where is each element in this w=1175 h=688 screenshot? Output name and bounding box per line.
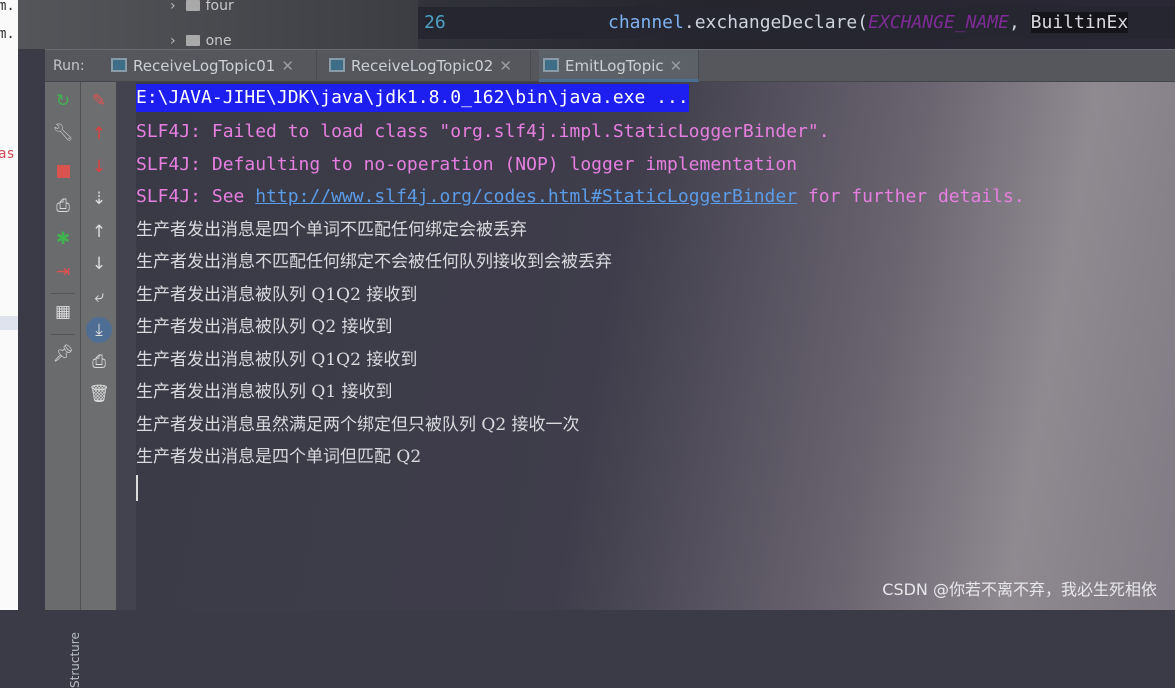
sort-icon[interactable]: ⇣: [81, 189, 117, 209]
output-line: 生产者发出消息被队列 Q1Q2 接收到: [136, 285, 418, 305]
text-fragment: as: [0, 146, 15, 162]
tab-emitlogtopic[interactable]: EmitLogTopic ✕: [539, 50, 699, 82]
output-line: 生产者发出消息是四个单词但匹配 Q2: [136, 447, 422, 467]
code-token: EXCHANGE_NAME: [868, 12, 1009, 33]
text-fragment: m.: [0, 26, 15, 42]
warning-line: SLF4J: See http://www.slf4j.org/codes.ht…: [136, 181, 1025, 213]
run-label: Run:: [53, 58, 85, 74]
print-icon[interactable]: ⎙: [81, 352, 117, 372]
up-icon[interactable]: ↑: [81, 222, 117, 242]
clear-icon[interactable]: ✎: [81, 91, 117, 111]
pin-icon[interactable]: 📌︎: [45, 344, 81, 364]
text-caret: [136, 475, 138, 501]
text: for further details.: [797, 186, 1025, 207]
code-token: ,: [1008, 12, 1031, 33]
output-line: 生产者发出消息虽然满足两个绑定但只被队列 Q2 接收一次: [136, 415, 580, 435]
tab-receivelogtopic01[interactable]: ReceiveLogTopic01 ✕: [107, 50, 317, 82]
tree-item-label: one: [205, 33, 232, 49]
tab-label: ReceiveLogTopic01: [133, 57, 276, 75]
watermark: CSDN @你若不离不弃，我必生死相依: [882, 580, 1157, 599]
down-red-icon[interactable]: ↓: [81, 157, 117, 177]
tree-item-label: four: [205, 0, 234, 14]
trash-icon[interactable]: 🗑︎: [81, 384, 117, 404]
console-gutter: [117, 82, 136, 610]
down-icon[interactable]: ↓: [81, 254, 117, 274]
login-icon[interactable]: ⇥: [45, 262, 81, 282]
line-number: 26: [424, 12, 446, 33]
tab-receivelogtopic02[interactable]: ReceiveLogTopic02 ✕: [325, 50, 531, 82]
selection: [0, 316, 18, 330]
warning-line: SLF4J: Failed to load class "org.slf4j.i…: [136, 121, 830, 142]
close-icon[interactable]: ✕: [499, 57, 512, 75]
rerun-icon[interactable]: ↻: [45, 91, 81, 111]
slf4j-link[interactable]: http://www.slf4j.org/codes.html#StaticLo…: [255, 186, 797, 207]
folder-icon: [185, 35, 200, 46]
command-line: E:\JAVA-JIHE\JDK\java\jdk1.8.0_162\bin\j…: [136, 84, 689, 112]
code-line[interactable]: 26 channel.exchangeDeclare(EXCHANGE_NAME…: [418, 7, 1175, 39]
divider: [51, 293, 75, 294]
code-token: .exchangeDeclare(: [683, 12, 869, 33]
warning-line: SLF4J: Defaulting to no-operation (NOP) …: [136, 154, 798, 175]
close-icon[interactable]: ✕: [281, 57, 294, 75]
folder-icon: [185, 0, 200, 11]
output-line: 生产者发出消息被队列 Q1Q2 接收到: [136, 350, 418, 370]
text-fragment: m.: [0, 0, 15, 14]
debug-attach-icon[interactable]: ✱: [45, 229, 81, 249]
tab-label: EmitLogTopic: [565, 57, 664, 75]
run-toolbar-left: ↻ 🔧︎ ⎙ ✱ ⇥ ▦ 📌︎ Structure: [45, 82, 82, 688]
camera-icon[interactable]: ⎙: [45, 196, 81, 216]
code-text: channel.exchangeDeclare(EXCHANGE_NAME, B…: [608, 7, 1129, 39]
stop-icon[interactable]: [45, 163, 81, 183]
layout-icon[interactable]: ▦: [45, 302, 81, 322]
output-line: 生产者发出消息不匹配任何绑定不会被任何队列接收到会被丢弃: [136, 252, 612, 272]
console-output[interactable]: E:\JAVA-JIHE\JDK\java\jdk1.8.0_162\bin\j…: [136, 82, 1175, 610]
console-icon: [543, 58, 559, 72]
divider: [51, 334, 75, 335]
tab-label: ReceiveLogTopic02: [351, 57, 494, 75]
text: SLF4J: See: [136, 186, 256, 207]
up-red-icon[interactable]: ↑: [81, 124, 117, 144]
run-toolbar-right: ✎ ↑ ↓ ⇣ ↑ ↓ ⤶ ⤓ ⎙ 🗑︎: [81, 82, 117, 610]
close-icon[interactable]: ✕: [670, 57, 683, 75]
structure-tool-window[interactable]: Structure: [68, 632, 82, 688]
project-tree: › four › one: [18, 0, 418, 49]
console-icon: [329, 58, 345, 72]
editor-edge: m. m. as: [0, 0, 18, 610]
scroll-to-end-icon[interactable]: ⤓: [81, 317, 117, 343]
top-area: › four › one 26 channel.exchangeDeclare(EX…: [18, 0, 1175, 49]
soft-wrap-icon[interactable]: ⤶: [81, 287, 117, 307]
output-line: 生产者发出消息被队列 Q2 接收到: [136, 317, 393, 337]
run-tab-bar: Run: ReceiveLogTopic01 ✕ ReceiveLogTopic0…: [45, 49, 1175, 82]
code-token: BuiltinEx: [1030, 12, 1129, 33]
console-icon: [111, 58, 127, 72]
tree-item-four[interactable]: › four: [170, 0, 234, 14]
wrench-icon[interactable]: 🔧︎: [45, 123, 81, 143]
output-line: 生产者发出消息是四个单词不匹配任何绑定会被丢弃: [136, 220, 527, 240]
output-line: 生产者发出消息被队列 Q1 接收到: [136, 382, 393, 402]
code-token: channel: [608, 12, 684, 33]
tree-item-one[interactable]: › one: [170, 33, 232, 49]
